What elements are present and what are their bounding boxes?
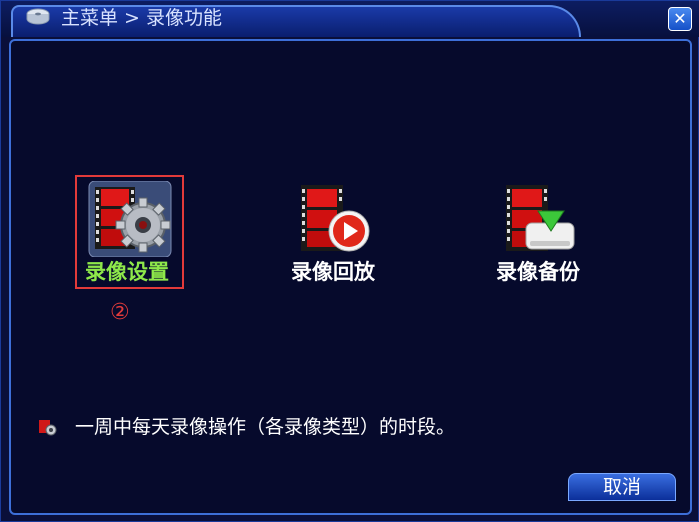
hint-gear-icon	[39, 419, 57, 437]
record-backup-label[interactable]: 录像备份	[496, 260, 580, 284]
dialog-window: 主菜单 > 录像功能 ✕ 录像设置 ② 录像回放 录像备份 一周中每天录像操作（…	[0, 0, 699, 522]
film-play-icon	[291, 185, 381, 261]
record-playback-label[interactable]: 录像回放	[291, 260, 375, 284]
record-settings-label[interactable]: 录像设置	[85, 260, 169, 284]
disk-icon	[25, 7, 51, 27]
cancel-label: 取消	[602, 476, 641, 498]
record-backup-button[interactable]	[496, 181, 586, 257]
hint-text: 一周中每天录像操作（各录像类型）的时段。	[75, 416, 456, 438]
breadcrumb: 主菜单 > 录像功能	[61, 7, 222, 29]
selection-marker: ②	[110, 300, 130, 325]
film-gear-icon	[85, 180, 175, 261]
film-download-icon	[496, 185, 586, 261]
title-bar: 主菜单 > 录像功能 ✕	[1, 1, 699, 37]
record-playback-button[interactable]	[291, 181, 381, 257]
cancel-button[interactable]: 取消	[568, 473, 676, 501]
record-settings-button[interactable]	[85, 180, 175, 258]
close-icon: ✕	[673, 9, 687, 28]
close-button[interactable]: ✕	[668, 7, 692, 31]
